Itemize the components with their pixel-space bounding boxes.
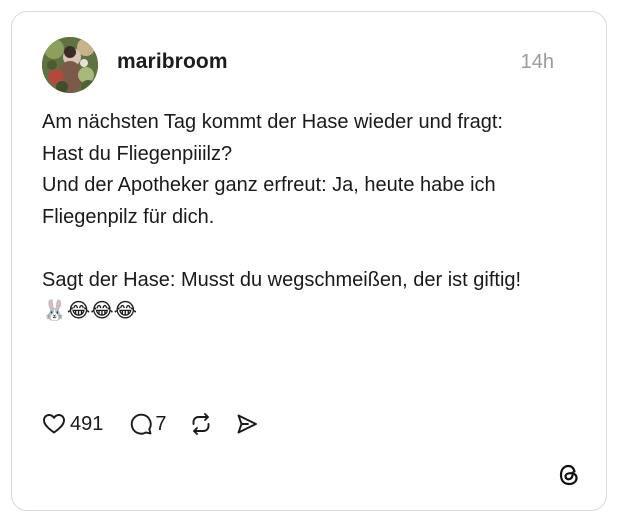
post-timestamp: 14h — [520, 51, 554, 73]
reply-button[interactable]: 7 — [129, 412, 167, 436]
avatar-image — [42, 37, 98, 93]
share-button[interactable] — [235, 412, 259, 436]
post-card: maribroom 14h Am nächsten Tag kommt der … — [11, 11, 607, 511]
paper-plane-icon — [237, 414, 257, 434]
heart-outline-icon — [43, 414, 65, 434]
avatar[interactable] — [42, 37, 98, 93]
username[interactable]: maribroom — [117, 50, 228, 74]
like-button[interactable]: 491 — [42, 412, 103, 436]
like-count: 491 — [70, 412, 104, 435]
threads-logo-icon[interactable] — [556, 462, 582, 488]
speech-bubble-icon — [131, 413, 153, 435]
reply-count: 7 — [155, 412, 167, 435]
repost-arrows-icon — [192, 413, 209, 435]
post-actions: 491 7 — [42, 409, 259, 439]
repost-button[interactable] — [189, 412, 213, 436]
post-text: Am nächsten Tag kommt der Hase wieder un… — [42, 111, 522, 322]
